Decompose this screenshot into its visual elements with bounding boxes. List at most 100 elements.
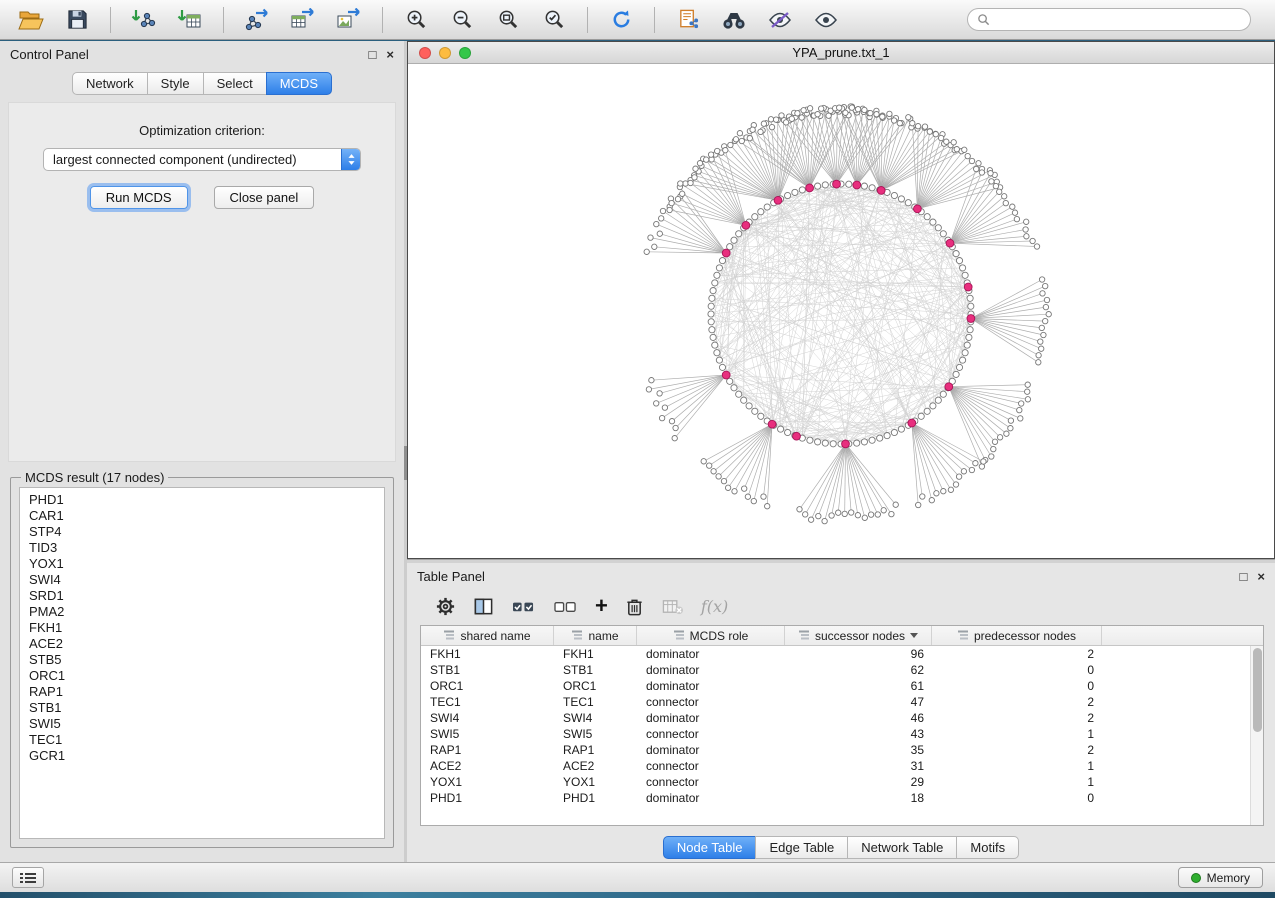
clone-network-button[interactable] [667, 4, 709, 36]
column-header-predecessor-nodes[interactable]: predecessor nodes [932, 626, 1102, 645]
find-button[interactable] [713, 4, 755, 36]
table-tabs-bar: Node Table Edge Table Network Table Moti… [407, 832, 1275, 862]
search-box[interactable] [967, 8, 1251, 31]
mcds-result-item[interactable]: SRD1 [29, 588, 375, 604]
mcds-result-item[interactable]: STP4 [29, 524, 375, 540]
run-mcds-button[interactable]: Run MCDS [90, 186, 188, 209]
apply-layout-button[interactable] [600, 4, 642, 36]
table-panel-title: Table Panel [417, 569, 485, 584]
save-floppy-icon [66, 8, 89, 31]
open-session-button[interactable] [10, 4, 52, 36]
show-all-button[interactable] [805, 4, 847, 36]
cell-successor-nodes: 31 [785, 759, 932, 773]
mcds-result-item[interactable]: CAR1 [29, 508, 375, 524]
mcds-result-item[interactable]: PMA2 [29, 604, 375, 620]
deselect-all-rows-button[interactable] [553, 596, 578, 617]
vertical-splitter[interactable] [404, 41, 407, 862]
mcds-result-item[interactable]: FKH1 [29, 620, 375, 636]
delete-column-button[interactable] [625, 596, 644, 617]
save-session-button[interactable] [56, 4, 98, 36]
cell-successor-nodes: 62 [785, 663, 932, 677]
mcds-result-item[interactable]: RAP1 [29, 684, 375, 700]
import-network-button[interactable] [123, 4, 165, 36]
tab-edge-table[interactable]: Edge Table [755, 836, 848, 859]
float-panel-icon[interactable]: □ [369, 48, 377, 61]
tab-style[interactable]: Style [147, 72, 204, 95]
close-panel-icon[interactable]: × [386, 48, 394, 61]
table-row[interactable]: ORC1 ORC1 dominator 61 0 [421, 678, 1263, 694]
float-table-panel-icon[interactable]: □ [1240, 570, 1248, 583]
tab-network[interactable]: Network [72, 72, 148, 95]
optimization-criterion-select[interactable]: largest connected component (undirected) [43, 148, 361, 171]
table-row[interactable]: YOX1 YOX1 connector 29 1 [421, 774, 1263, 790]
table-row[interactable]: STB1 STB1 dominator 62 0 [421, 662, 1263, 678]
mcds-result-box: MCDS result (17 nodes) PHD1 CAR1 STP4 TI… [10, 470, 394, 848]
scrollbar-thumb[interactable] [1253, 648, 1262, 732]
mcds-result-title: MCDS result (17 nodes) [21, 470, 168, 485]
cell-shared-name: FKH1 [421, 647, 554, 661]
splitter-handle[interactable] [404, 446, 407, 480]
mcds-result-item[interactable]: TEC1 [29, 732, 375, 748]
task-history-button[interactable] [12, 867, 44, 888]
trash-icon [625, 596, 644, 617]
tab-motifs[interactable]: Motifs [956, 836, 1019, 859]
tab-node-table[interactable]: Node Table [663, 836, 757, 859]
table-row[interactable]: FKH1 FKH1 dominator 96 2 [421, 646, 1263, 662]
column-header-mcds-role[interactable]: MCDS role [637, 626, 785, 645]
main-area: Control Panel □ × Network Style Select M… [0, 41, 1275, 862]
tab-mcds[interactable]: MCDS [266, 72, 332, 95]
tab-select[interactable]: Select [203, 72, 267, 95]
mcds-result-item[interactable]: STB1 [29, 700, 375, 716]
mcds-result-item[interactable]: SWI4 [29, 572, 375, 588]
import-table-button[interactable] [169, 4, 211, 36]
memory-button[interactable]: Memory [1178, 867, 1263, 888]
hide-selected-button[interactable] [759, 4, 801, 36]
network-window-titlebar: YPA_prune.txt_1 [408, 42, 1274, 64]
column-header-name[interactable]: name [554, 626, 637, 645]
export-image-button[interactable] [328, 4, 370, 36]
mcds-result-item[interactable]: YOX1 [29, 556, 375, 572]
open-folder-icon [18, 8, 44, 32]
table-body: FKH1 FKH1 dominator 96 2 STB1 STB1 domin… [421, 646, 1263, 806]
zoom-out-button[interactable] [441, 4, 483, 36]
close-panel-button[interactable]: Close panel [214, 186, 315, 209]
table-settings-button[interactable] [435, 596, 456, 617]
table-vertical-scrollbar[interactable] [1250, 646, 1263, 825]
cell-predecessor-nodes: 1 [932, 775, 1102, 789]
search-input[interactable] [995, 12, 1241, 28]
mcds-result-item[interactable]: PHD1 [29, 492, 375, 508]
mcds-result-item[interactable]: STB5 [29, 652, 375, 668]
mcds-result-item[interactable]: TID3 [29, 540, 375, 556]
column-header-successor-nodes[interactable]: successor nodes [785, 626, 932, 645]
zoom-in-button[interactable] [395, 4, 437, 36]
function-builder-button[interactable]: f(x) [701, 597, 728, 616]
cell-mcds-role: dominator [637, 743, 785, 757]
column-header-shared-name[interactable]: shared name [421, 626, 554, 645]
tab-network-table[interactable]: Network Table [847, 836, 957, 859]
show-columns-button[interactable] [473, 596, 494, 617]
search-icon [977, 13, 990, 26]
delete-table-button-disabled[interactable] [661, 596, 684, 617]
export-table-button[interactable] [282, 4, 324, 36]
mcds-result-list[interactable]: PHD1 CAR1 STP4 TID3 YOX1 SWI4 SRD1 PMA2 [19, 487, 385, 839]
network-window-title: YPA_prune.txt_1 [408, 45, 1274, 60]
cell-name: FKH1 [554, 647, 637, 661]
cell-predecessor-nodes: 1 [932, 727, 1102, 741]
export-network-button[interactable] [236, 4, 278, 36]
table-row[interactable]: ACE2 ACE2 connector 31 1 [421, 758, 1263, 774]
select-all-rows-button[interactable] [511, 596, 536, 617]
table-row[interactable]: RAP1 RAP1 dominator 35 2 [421, 742, 1263, 758]
zoom-selected-button[interactable] [533, 4, 575, 36]
mcds-result-item[interactable]: ACE2 [29, 636, 375, 652]
mcds-result-item[interactable]: SWI5 [29, 716, 375, 732]
table-row[interactable]: TEC1 TEC1 connector 47 2 [421, 694, 1263, 710]
table-row[interactable]: SWI4 SWI4 dominator 46 2 [421, 710, 1263, 726]
mcds-result-item[interactable]: GCR1 [29, 748, 375, 764]
network-canvas[interactable] [408, 64, 1274, 558]
add-column-button[interactable]: + [595, 595, 608, 617]
table-row[interactable]: PHD1 PHD1 dominator 18 0 [421, 790, 1263, 806]
close-table-panel-icon[interactable]: × [1257, 570, 1265, 583]
mcds-result-item[interactable]: ORC1 [29, 668, 375, 684]
table-row[interactable]: SWI5 SWI5 connector 43 1 [421, 726, 1263, 742]
zoom-fit-button[interactable] [487, 4, 529, 36]
